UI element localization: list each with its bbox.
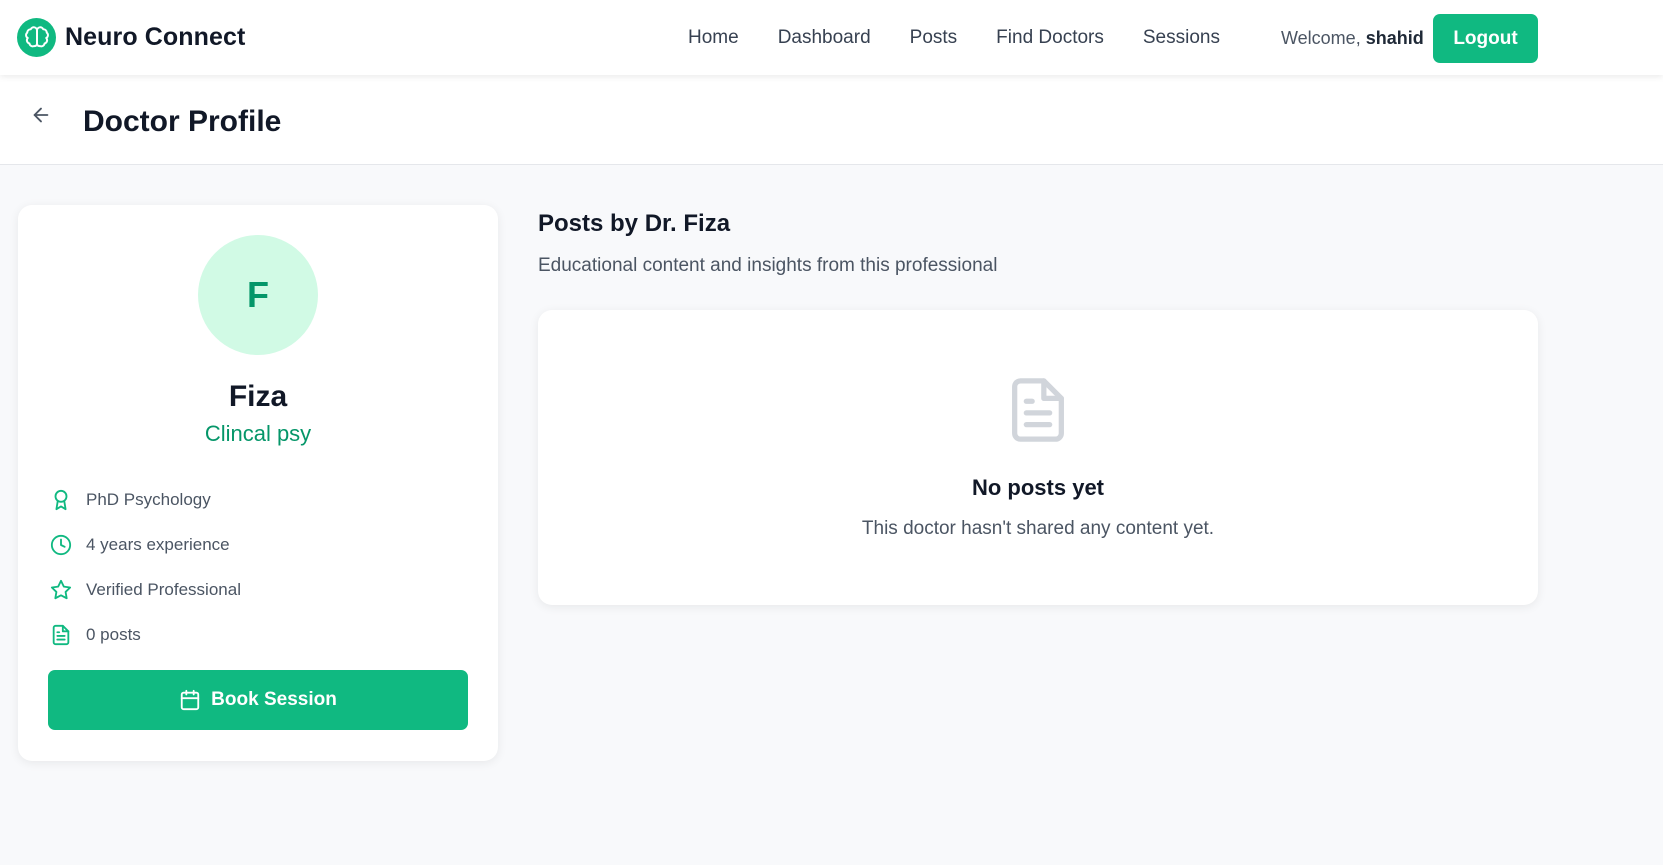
app-name: Neuro Connect [65,23,246,51]
posts-section-subtitle: Educational content and insights from th… [538,255,998,276]
detail-text: PhD Psychology [86,489,211,509]
doctor-specialty: Clincal psy [204,421,312,446]
document-icon [998,370,1078,450]
welcome-message: Welcome, shahid [1281,28,1424,49]
arrow-left-icon [33,107,49,123]
detail-experience: 4 years experience [48,522,241,567]
logout-button[interactable]: Logout [1433,14,1538,63]
doctor-name: Fiza [228,380,288,413]
brain-icon [17,18,56,57]
app-logo[interactable]: Neuro Connect [17,18,245,57]
main-nav: Home Dashboard Posts Find Doctors Sessio… [688,0,1259,75]
doctor-details: PhD Psychology 4 years experience Verifi… [48,477,241,657]
detail-text: Verified Professional [86,579,241,599]
page-title: Doctor Profile [83,105,282,138]
detail-verified: Verified Professional [48,567,241,612]
detail-qualification: PhD Psychology [48,477,241,522]
calendar-icon [179,689,201,711]
book-session-label: Book Session [211,689,337,710]
posts-section-title: Posts by Dr. Fiza [538,210,731,237]
page-header: Doctor Profile [0,75,1663,165]
detail-text: 4 years experience [86,534,230,554]
doctor-profile-card: F Fiza Clincal psy PhD Psychology 4 year… [18,205,498,761]
welcome-prefix: Welcome, [1281,28,1361,48]
award-icon [48,487,74,513]
document-icon [48,622,74,648]
detail-posts: 0 posts [48,612,241,657]
top-navbar: Neuro Connect Home Dashboard Posts Find … [0,0,1663,75]
empty-posts-card: No posts yet This doctor hasn't shared a… [538,310,1538,605]
empty-state-title: No posts yet [971,475,1105,500]
empty-state-message: This doctor hasn't shared any content ye… [861,518,1215,539]
clock-icon [48,532,74,558]
detail-text: 0 posts [86,624,141,644]
nav-find-doctors[interactable]: Find Doctors [996,27,1104,49]
nav-posts[interactable]: Posts [910,27,958,49]
nav-home[interactable]: Home [688,27,739,49]
back-button[interactable] [26,100,56,130]
nav-sessions[interactable]: Sessions [1143,27,1220,49]
nav-dashboard[interactable]: Dashboard [778,27,871,49]
book-session-button[interactable]: Book Session [48,670,468,730]
avatar: F [198,235,318,355]
star-icon [48,577,74,603]
username: shahid [1365,28,1424,48]
